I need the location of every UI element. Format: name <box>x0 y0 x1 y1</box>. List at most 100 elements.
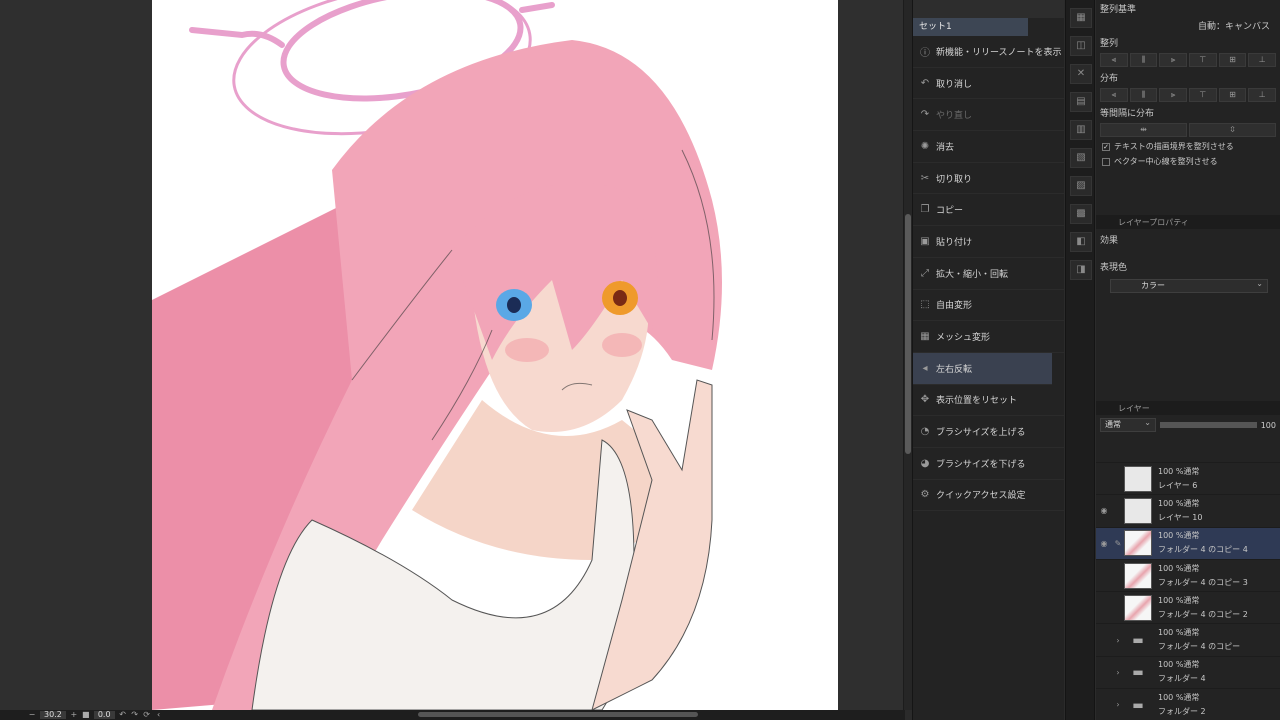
equal-vertical-button[interactable]: ⇳ <box>1189 123 1276 137</box>
layer-property-tab[interactable]: レイヤープロパティ <box>1096 215 1280 229</box>
zoom-in-icon[interactable]: + <box>70 711 78 719</box>
quick-access-set-tab[interactable]: セット1 <box>913 18 1028 36</box>
layer-name: フォルダー 4 のコピー <box>1158 642 1241 652</box>
distribute-top-button[interactable]: ⊤ <box>1189 88 1217 102</box>
layer-thumbnail <box>1124 465 1152 492</box>
expand-icon[interactable]: › <box>1112 636 1124 645</box>
quick-access-item[interactable]: ✺ 消去 <box>913 131 1064 163</box>
layer-row[interactable]: › ▬ 100 %通常 フォルダー 4 のコピー <box>1096 624 1280 657</box>
quick-access-item[interactable]: ⚙ クイックアクセス設定 <box>913 480 1064 512</box>
strip-navigator-icon[interactable]: ◫ <box>1070 36 1092 56</box>
quick-access-item[interactable]: ⤢ 拡大・縮小・回転 <box>913 258 1064 290</box>
quick-access-item-label: コピー <box>936 206 964 217</box>
quick-access-item[interactable]: ✥ 表示位置をリセット <box>913 385 1064 417</box>
clear-icon: ✺ <box>920 140 930 152</box>
strip-info-icon[interactable]: ◨ <box>1070 260 1092 280</box>
quick-access-item[interactable]: ◔ ブラシサイズを上げる <box>913 416 1064 448</box>
vector-center-check-row[interactable]: ベクター中心線を整列させる <box>1096 154 1280 169</box>
zoom-value[interactable]: 30.2 <box>40 711 66 719</box>
strip-close-icon[interactable]: ✕ <box>1070 64 1092 84</box>
layer-row[interactable]: › ▬ 100 %通常 フォルダー 2 <box>1096 689 1280 720</box>
rotate-reset-icon[interactable]: ⟳ <box>143 711 151 719</box>
strip-color-icon[interactable]: ▩ <box>1070 204 1092 224</box>
drawing-canvas[interactable] <box>152 0 838 710</box>
folder-icon: ▬ <box>1132 697 1144 712</box>
quick-access-item[interactable]: ◕ ブラシサイズを下げる <box>913 448 1064 480</box>
expand-icon[interactable]: › <box>1112 668 1124 677</box>
equal-distribute-label: 等間隔に分布 <box>1100 109 1155 119</box>
distribute-center-button[interactable]: ⫼ <box>1129 88 1158 102</box>
layer-row[interactable]: 100 %通常 レイヤー 6 <box>1096 463 1280 496</box>
align-mode[interactable]: 自動：キャンバス <box>1096 17 1280 34</box>
distribute-middle-button[interactable]: ⊞ <box>1218 88 1247 102</box>
pencil-icon[interactable]: ✎ <box>1112 539 1124 548</box>
quick-access-item[interactable]: ⓘ 新機能・リリースノートを表示 <box>913 36 1064 68</box>
layer-name: レイヤー 10 <box>1158 512 1203 522</box>
vector-center-checkbox[interactable] <box>1102 157 1110 166</box>
undo-icon: ↶ <box>920 77 930 89</box>
rotate-right-icon[interactable]: ↷ <box>131 711 139 719</box>
vertical-scroll-thumb[interactable] <box>905 214 911 454</box>
align-left-button[interactable]: ⫷ <box>1100 53 1128 67</box>
layer-name: フォルダー 2 <box>1158 706 1206 716</box>
rotation-value[interactable]: 0.0 <box>93 711 115 719</box>
layer-row[interactable]: 100 %通常 フォルダー 4 のコピー 2 <box>1096 592 1280 625</box>
rotate-left-icon[interactable]: ↶ <box>119 711 127 719</box>
expand-icon[interactable]: › <box>1112 700 1124 709</box>
text-align-checkbox[interactable]: ✓ <box>1102 142 1110 151</box>
quick-access-item[interactable]: ▦ メッシュ変形 <box>913 321 1064 353</box>
eye-icon[interactable]: ◉ <box>1096 539 1112 548</box>
strip-search-icon[interactable]: ▨ <box>1070 176 1092 196</box>
align-top-button[interactable]: ⊤ <box>1189 53 1217 67</box>
paste-icon: ▣ <box>920 235 930 247</box>
strip-palette-icon[interactable]: ◧ <box>1070 232 1092 252</box>
blend-mode-dropdown[interactable]: 通常 <box>1100 417 1156 432</box>
layer-tab[interactable]: レイヤー <box>1096 401 1280 415</box>
layer-opacity: 100 %通常 <box>1158 531 1200 541</box>
canvas-area[interactable] <box>0 0 905 710</box>
quick-access-item[interactable]: ❐ コピー <box>913 194 1064 227</box>
align-bottom-button[interactable]: ⊥ <box>1248 53 1277 67</box>
layer-row[interactable]: 100 %通常 フォルダー 4 のコピー 3 <box>1096 560 1280 593</box>
layer-opacity: 100 %通常 <box>1158 628 1200 638</box>
quick-access-item[interactable]: ✂ 切り取り <box>913 163 1064 195</box>
layer-blend-row: 通常 100 <box>1096 415 1280 435</box>
layer-name: フォルダー 4 <box>1158 674 1206 684</box>
distribute-bottom-button[interactable]: ⊥ <box>1248 88 1277 102</box>
horizontal-scroll-thumb[interactable] <box>418 712 698 717</box>
text-align-check-row[interactable]: ✓ テキストの描画境界を整列させる <box>1096 139 1280 154</box>
quick-access-item[interactable]: ↶ 取り消し <box>913 68 1064 100</box>
layer-thumbnail <box>1124 562 1152 589</box>
zoom-out-icon[interactable]: − <box>28 711 36 719</box>
quick-access-header <box>913 0 1064 18</box>
quick-access-item[interactable]: ↷ やり直し <box>913 99 1064 132</box>
strip-history-icon[interactable]: ▥ <box>1070 120 1092 140</box>
effect-label: 効果 <box>1100 236 1119 246</box>
distribute-left-button[interactable]: ⫷ <box>1100 88 1128 102</box>
expression-color-label: 表現色 <box>1100 263 1128 273</box>
canvas-vertical-scrollbar[interactable] <box>903 0 912 710</box>
align-center-button[interactable]: ⫼ <box>1129 53 1158 67</box>
opacity-value[interactable]: 100 <box>1261 421 1276 430</box>
strip-layer-icon[interactable]: ▤ <box>1070 92 1092 112</box>
layer-name: フォルダー 4 のコピー 2 <box>1158 609 1248 619</box>
layer-row[interactable]: ◉ ✎ 100 %通常 フォルダー 4 のコピー 4 <box>1096 527 1280 560</box>
quick-access-item[interactable]: ⬚ 自由変形 <box>913 290 1064 322</box>
eye-icon[interactable]: ◉ <box>1096 506 1112 515</box>
strip-material-icon[interactable]: ▧ <box>1070 148 1092 168</box>
distribute-right-button[interactable]: ⫸ <box>1159 88 1188 102</box>
scroll-left-icon[interactable]: ‹ <box>155 711 163 719</box>
opacity-slider[interactable] <box>1160 422 1257 428</box>
align-right-button[interactable]: ⫸ <box>1159 53 1188 67</box>
equal-horizontal-button[interactable]: ⇹ <box>1100 123 1187 137</box>
expression-color-dropdown[interactable]: カラー <box>1110 278 1268 293</box>
fit-icon[interactable]: ■ <box>82 711 90 719</box>
layer-row[interactable]: › ▬ 100 %通常 フォルダー 4 <box>1096 657 1280 690</box>
quick-access-item[interactable]: ◂ 左右反転 <box>913 352 1052 385</box>
align-middle-button[interactable]: ⊞ <box>1218 53 1247 67</box>
layer-row[interactable]: ◉ 100 %通常 レイヤー 10 <box>1096 495 1280 528</box>
strip-tool-icon[interactable]: ▦ <box>1070 8 1092 28</box>
layer-text: 100 %通常 フォルダー 4 のコピー 2 <box>1158 594 1248 622</box>
effect-spacer <box>1096 248 1280 258</box>
quick-access-item[interactable]: ▣ 貼り付け <box>913 226 1064 258</box>
